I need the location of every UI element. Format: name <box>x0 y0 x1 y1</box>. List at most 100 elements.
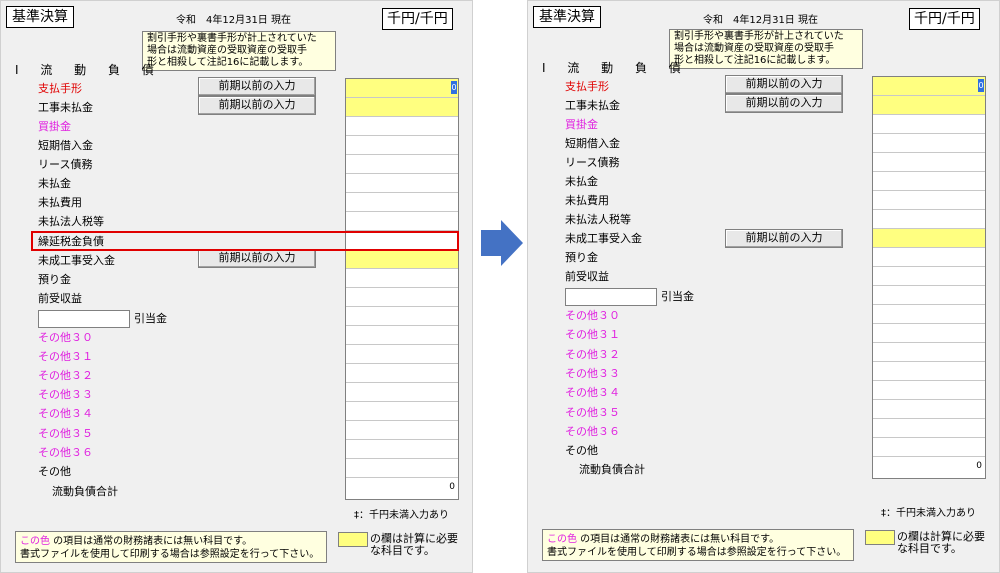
amount-cell[interactable] <box>346 421 458 440</box>
highlight-box <box>31 231 459 251</box>
other-label: その他３６ <box>38 446 93 459</box>
amount-cell[interactable] <box>346 193 458 212</box>
item-label: 未払法人税等 <box>565 213 631 226</box>
legend-text: の欄は計算に必要 な科目です。 <box>370 532 458 557</box>
hikiate-name-input[interactable] <box>565 288 657 306</box>
item-label: 未払費用 <box>565 194 609 207</box>
amount-cell[interactable] <box>346 364 458 383</box>
item-label: 支払手形 <box>565 80 609 93</box>
amount-cell[interactable] <box>873 438 985 457</box>
amount-cell[interactable] <box>873 96 985 115</box>
total-label: 流動負債合計 <box>579 463 645 476</box>
color-sample: この色 <box>547 534 577 545</box>
amount-cell[interactable] <box>346 288 458 307</box>
amount-grid: 0 0 <box>345 78 459 500</box>
prior-period-button[interactable]: 前期以前の入力 <box>198 77 316 96</box>
amount-cell[interactable] <box>346 440 458 459</box>
thousand-note: ‡：千円未満入力あり <box>881 508 976 519</box>
left-panel: 基準決算 令和 4年12月31日 現在 千円/千円 割引手形や裏書手形が計上され… <box>0 0 473 573</box>
prior-period-button[interactable]: 前期以前の入力 <box>725 229 843 248</box>
amount-cell[interactable] <box>873 229 985 248</box>
other-label: その他 <box>565 444 598 457</box>
amount-cell[interactable] <box>346 212 458 231</box>
amount-cell[interactable] <box>346 326 458 345</box>
amount-cell[interactable] <box>346 250 458 269</box>
arrow-right-icon <box>481 220 523 266</box>
item-label: 支払手形 <box>38 82 82 95</box>
amount-cell[interactable] <box>873 286 985 305</box>
item-label: 工事未払金 <box>565 99 620 112</box>
unit-toggle[interactable]: 千円/千円 <box>909 8 980 30</box>
other-label: その他３５ <box>565 406 620 419</box>
other-label: その他３４ <box>38 407 93 420</box>
thousand-note: ‡：千円未満入力あり <box>354 510 449 521</box>
unit-toggle[interactable]: 千円/千円 <box>382 8 453 30</box>
hikiate-name-input[interactable] <box>38 310 130 328</box>
date-label: 令和 4年12月31日 現在 <box>176 15 291 26</box>
other-label: その他３２ <box>565 348 620 361</box>
other-label: その他３５ <box>38 427 93 440</box>
amount-cell[interactable] <box>346 383 458 402</box>
total-value: 0 <box>976 461 982 471</box>
amount-cell[interactable] <box>346 459 458 478</box>
legend-swatch <box>865 530 895 545</box>
amount-cell[interactable] <box>346 269 458 288</box>
item-label: リース債務 <box>565 156 620 169</box>
item-label: 未成工事受入金 <box>565 232 642 245</box>
amount-cell[interactable] <box>873 172 985 191</box>
prior-period-button[interactable]: 前期以前の入力 <box>725 94 843 113</box>
footer-note: この色 の項目は通常の財務諸表には無い科目です。 書式ファイルを使用して印刷する… <box>15 531 327 563</box>
cell-cursor: 0 <box>978 79 984 92</box>
item-label: 短期借入金 <box>38 139 93 152</box>
item-label: 未成工事受入金 <box>38 254 115 267</box>
other-label: その他３０ <box>565 309 620 322</box>
amount-cell[interactable] <box>873 324 985 343</box>
color-sample: この色 <box>20 536 50 547</box>
other-label: その他 <box>38 465 71 478</box>
footer-note: この色 の項目は通常の財務諸表には無い科目です。 書式ファイルを使用して印刷する… <box>542 529 854 561</box>
amount-cell[interactable] <box>873 191 985 210</box>
prior-period-button[interactable]: 前期以前の入力 <box>198 249 316 268</box>
amount-cell[interactable]: 0 <box>873 77 985 96</box>
total-cell: 0 <box>873 457 985 478</box>
item-label: リース債務 <box>38 158 93 171</box>
amount-cell[interactable] <box>346 174 458 193</box>
amount-cell[interactable] <box>873 343 985 362</box>
amount-cell[interactable] <box>346 136 458 155</box>
amount-cell[interactable] <box>346 402 458 421</box>
amount-cell[interactable] <box>346 307 458 326</box>
other-label: その他３２ <box>38 369 93 382</box>
hikiate-label: 引当金 <box>134 312 167 325</box>
footer-line1: の項目は通常の財務諸表には無い科目です。 <box>577 534 780 545</box>
legend-swatch <box>338 532 368 547</box>
item-label: 工事未払金 <box>38 101 93 114</box>
amount-cell[interactable] <box>873 210 985 229</box>
amount-cell[interactable] <box>873 115 985 134</box>
amount-cell[interactable] <box>873 400 985 419</box>
amount-cell[interactable] <box>346 155 458 174</box>
amount-cell[interactable] <box>873 362 985 381</box>
amount-cell[interactable] <box>873 419 985 438</box>
date-label: 令和 4年12月31日 現在 <box>703 15 818 26</box>
prior-period-button[interactable]: 前期以前の入力 <box>725 75 843 94</box>
amount-cell[interactable] <box>873 153 985 172</box>
amount-cell[interactable] <box>346 98 458 117</box>
amount-cell[interactable] <box>873 381 985 400</box>
title-box: 基準決算 <box>6 6 74 28</box>
amount-cell[interactable] <box>346 117 458 136</box>
right-panel: 基準決算 令和 4年12月31日 現在 千円/千円 割引手形や裏書手形が計上され… <box>527 0 1000 573</box>
footer-line2: 書式ファイルを使用して印刷する場合は参照設定を行って下さい。 <box>547 547 847 558</box>
hikiate-label: 引当金 <box>661 290 694 303</box>
amount-cell[interactable] <box>873 305 985 324</box>
amount-cell[interactable] <box>873 267 985 286</box>
amount-cell[interactable] <box>873 248 985 267</box>
item-label: 前受収益 <box>38 292 82 305</box>
amount-cell[interactable] <box>873 134 985 153</box>
note-box: 割引手形や裏書手形が計上されていた 場合は流動資産の受取資産の受取手 形と相殺し… <box>669 29 863 69</box>
item-label: 短期借入金 <box>565 137 620 150</box>
prior-period-button[interactable]: 前期以前の入力 <box>198 96 316 115</box>
item-label: 預り金 <box>565 251 598 264</box>
item-label: 前受収益 <box>565 270 609 283</box>
amount-cell[interactable] <box>346 345 458 364</box>
amount-cell[interactable]: 0 <box>346 79 458 98</box>
